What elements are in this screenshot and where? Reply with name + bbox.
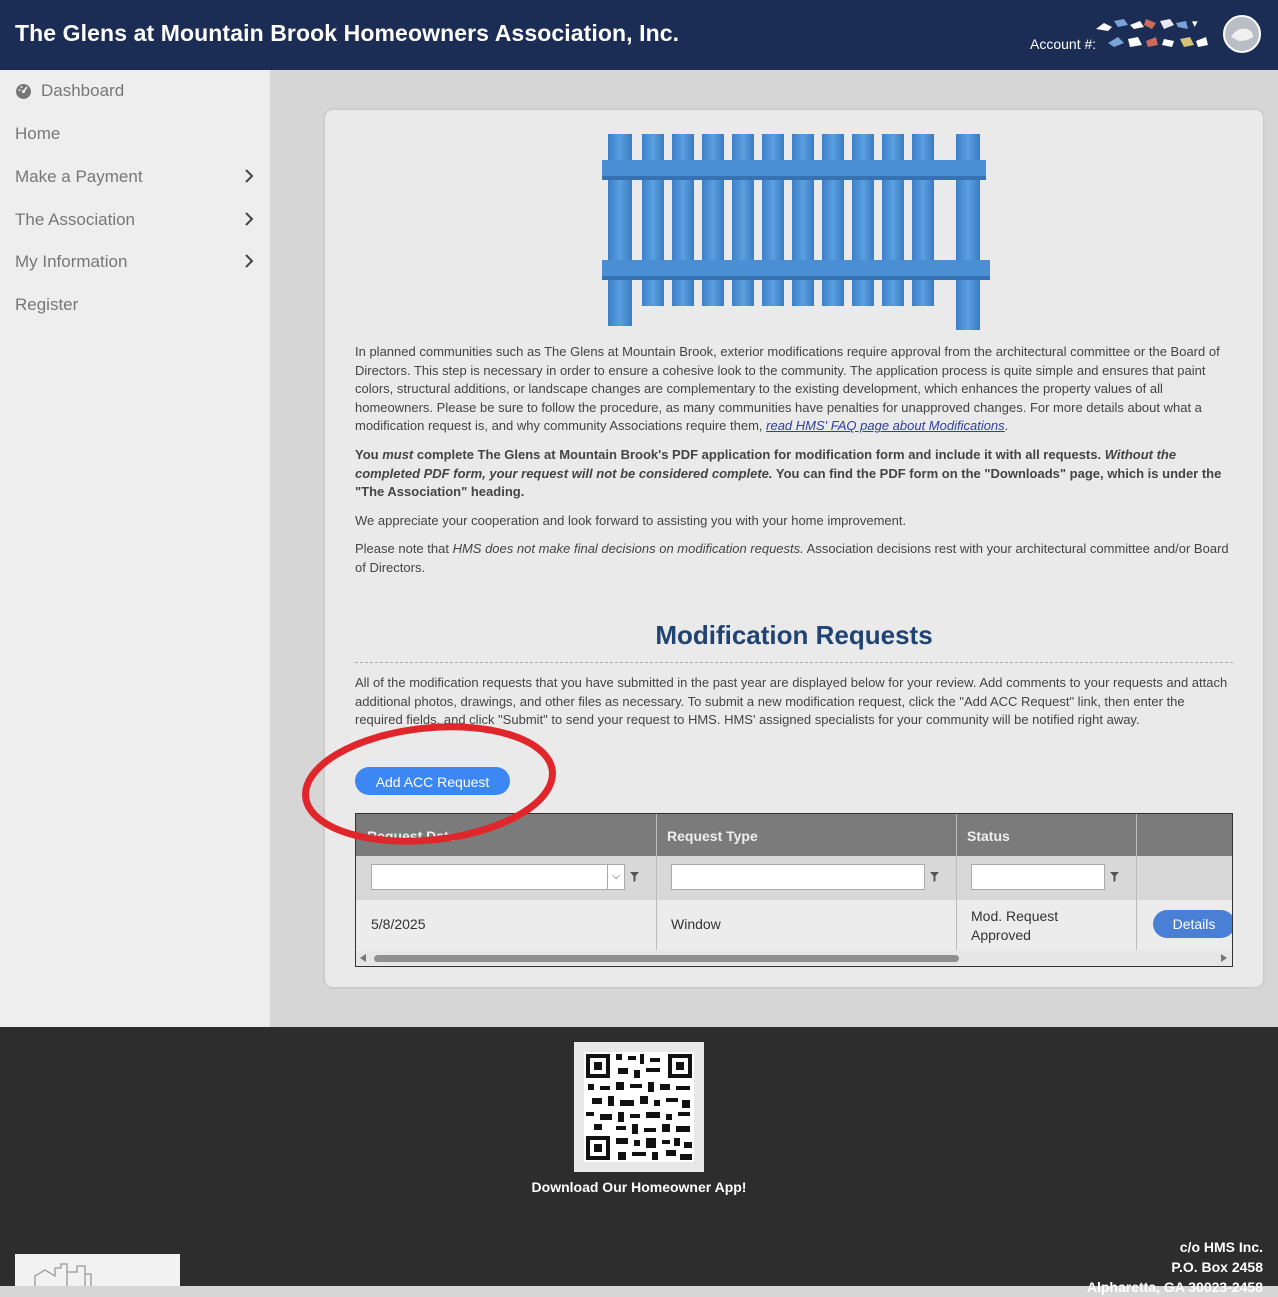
scroll-right-arrow-icon[interactable] — [1221, 954, 1227, 962]
account-dropdown-caret-icon[interactable]: ▾ — [1192, 17, 1198, 30]
sidebar-item-register[interactable]: Register — [15, 290, 260, 320]
app-qr-code[interactable] — [574, 1042, 704, 1172]
sidebar-item-home[interactable]: Home — [15, 119, 260, 149]
sidebar-item-my-information[interactable]: My Information — [15, 247, 260, 277]
status-filter-input[interactable] — [971, 864, 1105, 890]
sidebar: Dashboard Home Make a Payment The Associ… — [0, 70, 270, 1027]
scroll-left-arrow-icon[interactable] — [360, 954, 366, 962]
column-header-request-type[interactable]: Request Type — [656, 814, 956, 856]
intro-text: complete The Glens at Mountain Brook's P… — [413, 447, 1105, 462]
intro-text: You — [355, 447, 383, 462]
column-divider — [1136, 814, 1137, 950]
qr-code-icon — [584, 1052, 694, 1162]
intro-emphasis: HMS does not make final decisions on mod… — [452, 541, 804, 556]
column-divider — [656, 814, 657, 950]
sidebar-item-make-a-payment[interactable]: Make a Payment — [15, 162, 260, 192]
address-line: c/o HMS Inc. — [1179, 1239, 1263, 1255]
address-line: P.O. Box 2458 — [1171, 1259, 1263, 1275]
chevron-right-icon — [245, 212, 254, 226]
sidebar-item-the-association[interactable]: The Association — [15, 205, 260, 235]
faq-modifications-link[interactable]: read HMS' FAQ page about Modifications — [766, 418, 1005, 433]
account-label: Account #: — [1030, 36, 1097, 52]
cell-request-type: Window — [671, 916, 721, 932]
section-divider — [355, 662, 1233, 663]
chevron-right-icon — [245, 169, 254, 183]
column-header-label: Request Type — [667, 828, 758, 844]
filter-icon[interactable] — [930, 872, 939, 882]
intro-text-end: . — [1004, 418, 1009, 434]
red-highlight-circle — [302, 723, 556, 845]
footer: Download Our Homeowner App! c/o HMS Inc.… — [0, 1027, 1278, 1295]
user-avatar[interactable] — [1223, 15, 1261, 53]
intro-text: Please note that — [355, 541, 453, 556]
request-type-filter-input[interactable] — [671, 864, 925, 890]
address-line: Alpharetta, GA 30023-2458 — [1086, 1279, 1263, 1295]
sidebar-item-label: Register — [15, 295, 79, 314]
sidebar-item-label: The Association — [15, 210, 136, 229]
column-header-status[interactable]: Status — [956, 814, 1136, 856]
table-row[interactable]: 5/8/2025 Window Mod. Request Approved De… — [356, 900, 1232, 950]
intro-paragraph-1: In planned communities such as The Glens… — [355, 343, 1230, 436]
intro-paragraph-4: Please note that HMS does not make final… — [355, 540, 1230, 577]
chevron-right-icon — [245, 254, 254, 268]
filter-row: ⌵ — [356, 856, 1232, 900]
request-date-filter-input[interactable]: ⌵ — [371, 864, 625, 890]
date-dropdown-chevron-icon[interactable]: ⌵ — [607, 865, 624, 889]
scrollbar-thumb[interactable] — [374, 955, 959, 962]
skyline-logo-icon — [34, 1263, 92, 1286]
column-header-actions — [1136, 814, 1232, 856]
sidebar-item-dashboard[interactable]: Dashboard — [15, 76, 260, 106]
horizontal-scrollbar[interactable] — [356, 951, 1232, 965]
intro-paragraph-3: We appreciate your cooperation and look … — [355, 513, 907, 528]
sidebar-item-label: Dashboard — [41, 81, 125, 100]
sidebar-item-label: Make a Payment — [15, 167, 143, 186]
cell-request-date: 5/8/2025 — [371, 916, 426, 932]
footer-logo — [15, 1254, 180, 1286]
top-header: The Glens at Mountain Brook Homeowners A… — [0, 0, 1278, 70]
download-app-caption: Download Our Homeowner App! — [531, 1179, 747, 1195]
column-divider — [956, 814, 957, 950]
intro-emphasis: must — [382, 447, 414, 462]
filter-icon[interactable] — [630, 872, 639, 882]
avatar-image-icon — [1225, 17, 1259, 51]
sidebar-item-label: My Information — [15, 252, 128, 271]
column-header-label: Status — [967, 828, 1010, 844]
modification-requests-title: Modification Requests — [655, 620, 933, 650]
filter-icon[interactable] — [1110, 872, 1119, 882]
sidebar-item-label: Home — [15, 124, 61, 143]
intro-paragraph-2: You must complete The Glens at Mountain … — [355, 446, 1230, 502]
association-title: The Glens at Mountain Brook Homeowners A… — [15, 20, 680, 46]
dashboard-icon — [16, 83, 31, 99]
details-button[interactable]: Details — [1153, 910, 1232, 938]
cell-status: Mod. Request Approved — [971, 908, 1059, 943]
blue-fence-illustration — [602, 134, 990, 330]
mailing-address: c/o HMS Inc. P.O. Box 2458 Alpharetta, G… — [1087, 1237, 1263, 1297]
